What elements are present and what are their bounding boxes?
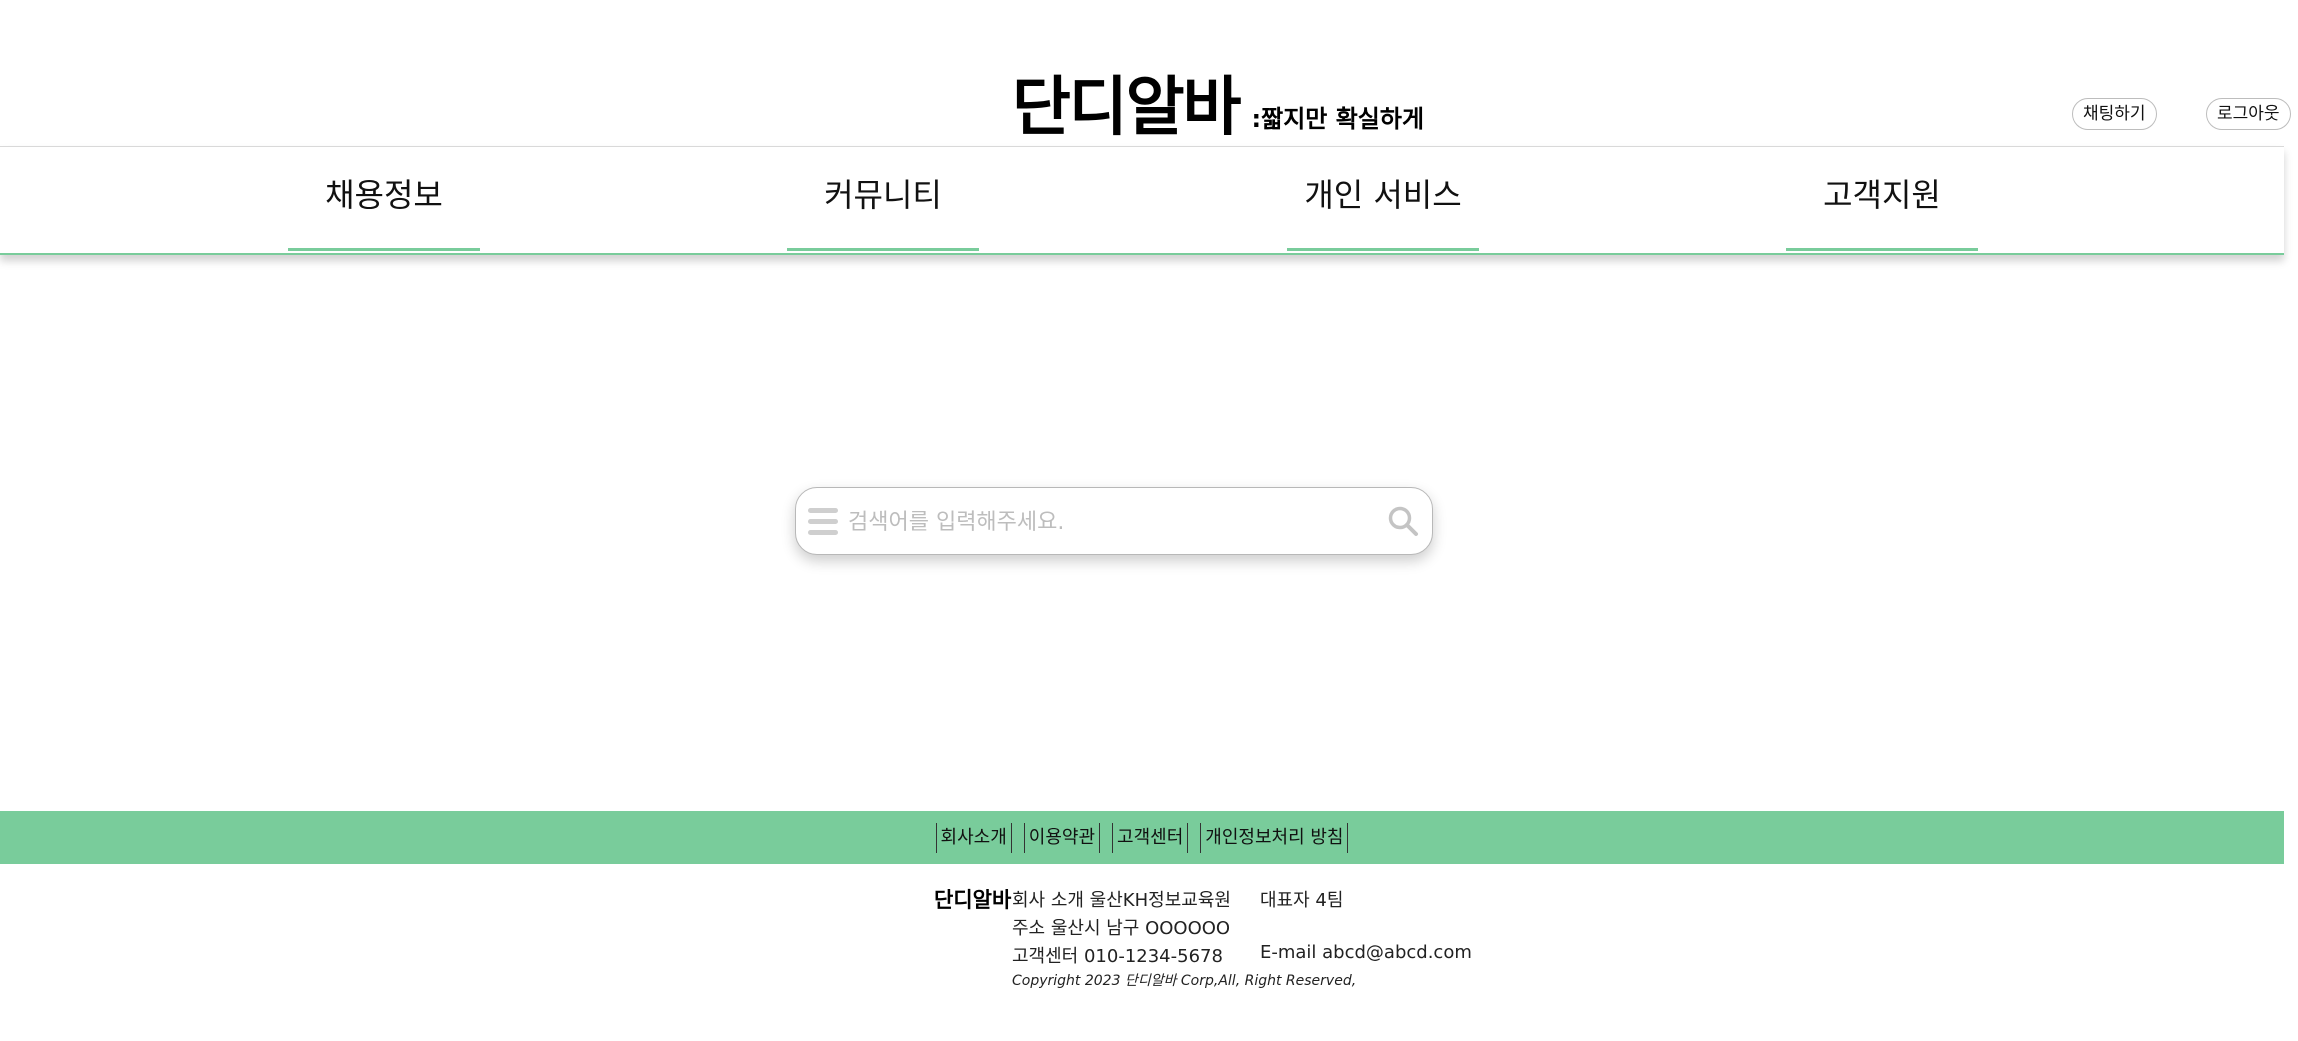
search-box: [795, 487, 1433, 555]
main-nav: 채용정보 커뮤니티 개인 서비스 고객지원: [0, 146, 2284, 255]
footer-phone: 고객센터 010-1234-5678: [1012, 946, 1223, 967]
nav-item-personal-service[interactable]: 개인 서비스: [1287, 147, 1479, 251]
brand-header: 단디알바 :짧지만 확실하게: [1012, 60, 1424, 140]
nav-item-community[interactable]: 커뮤니티: [787, 147, 979, 251]
search-input[interactable]: [846, 500, 1350, 544]
nav-item-jobs[interactable]: 채용정보: [288, 147, 480, 251]
search-icon[interactable]: [1386, 504, 1420, 538]
footer-link-terms[interactable]: 이용약관: [1023, 822, 1101, 853]
footer-copyright: Copyright 2023 단디알바 Corp,All, Right Rese…: [1012, 973, 1357, 989]
footer-company: 회사 소개 울산KH정보교육원: [1012, 890, 1231, 911]
footer-brand: 단디알바: [934, 888, 1012, 912]
hamburger-menu-icon[interactable]: [808, 508, 838, 536]
footer-info: 단디알바 회사 소개 울산KH정보교육원 대표자 4팀 주소 울산시 남구 OO…: [934, 884, 1474, 994]
footer-link-privacy[interactable]: 개인정보처리 방침: [1200, 822, 1349, 853]
chat-button[interactable]: 채팅하기: [2072, 98, 2157, 130]
nav-item-support[interactable]: 고객지원: [1786, 147, 1978, 251]
footer-links: 회사소개 이용약관 고객센터 개인정보처리 방침: [935, 822, 1349, 853]
footer-bar: 회사소개 이용약관 고객센터 개인정보처리 방침: [0, 811, 2284, 864]
site-logo[interactable]: 단디알바: [1012, 76, 1242, 140]
logout-button[interactable]: 로그아웃: [2206, 98, 2291, 130]
footer-link-support[interactable]: 고객센터: [1112, 822, 1189, 853]
page: 단디알바 :짧지만 확실하게 채팅하기 로그아웃 채용정보 커뮤니티 개인 서비…: [0, 0, 2298, 1041]
footer-link-about[interactable]: 회사소개: [935, 822, 1012, 853]
footer-email: E-mail abcd@abcd.com: [1260, 942, 1472, 963]
site-slogan: :짧지만 확실하게: [1251, 105, 1425, 133]
footer-ceo: 대표자 4팀: [1260, 890, 1344, 911]
footer-address: 주소 울산시 남구 OOOOOO: [1012, 918, 1231, 939]
